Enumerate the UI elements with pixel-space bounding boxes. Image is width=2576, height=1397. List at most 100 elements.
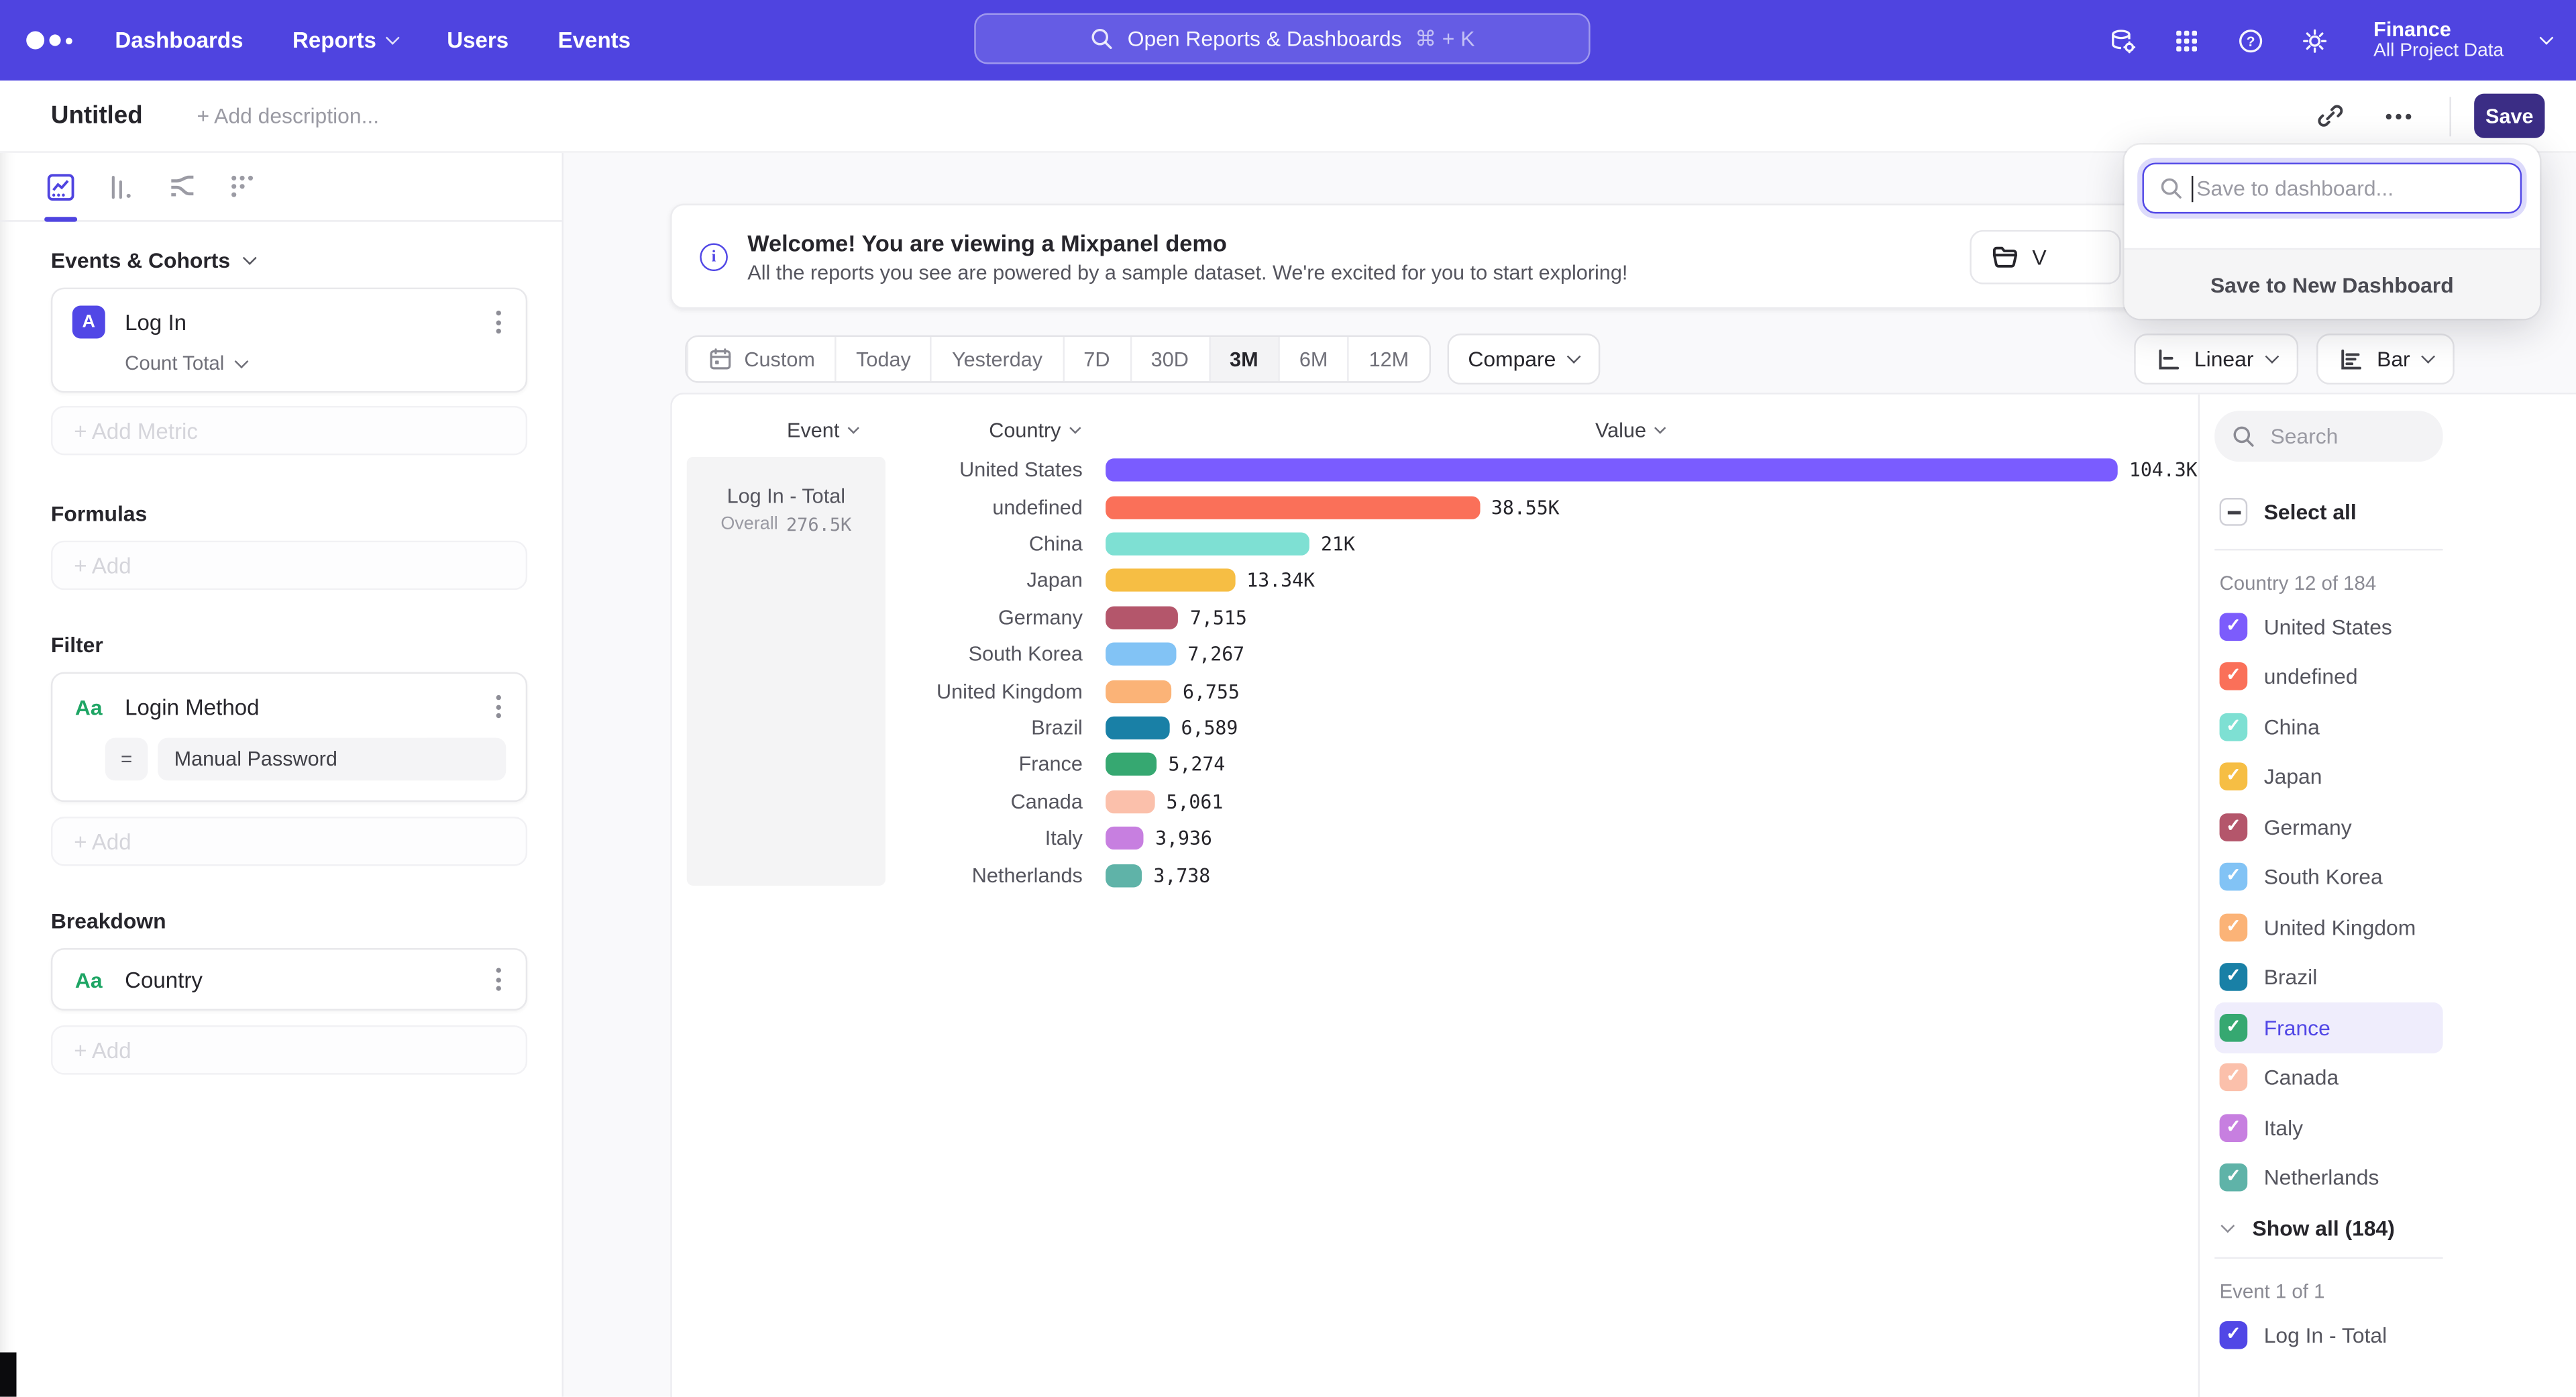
legend-country-row[interactable]: ✓ South Korea <box>2214 852 2443 902</box>
save-dashboard-search[interactable] <box>2142 162 2522 213</box>
column-header-country[interactable]: Country <box>989 419 1079 442</box>
bar[interactable] <box>1106 459 2118 482</box>
scale-selector-button[interactable]: Linear <box>2133 333 2298 384</box>
filter-value[interactable]: Manual Password <box>158 738 506 781</box>
legend-country-row[interactable]: ✓ Brazil <box>2214 952 2443 1002</box>
select-all-row[interactable]: Select all <box>2214 498 2443 526</box>
bar[interactable] <box>1106 790 1155 813</box>
report-title[interactable]: Untitled <box>51 102 143 130</box>
date-range-option[interactable]: Custom <box>687 337 835 381</box>
more-actions-button[interactable] <box>2374 91 2423 140</box>
global-search-button[interactable]: Open Reports & Dashboards ⌘ + K <box>974 13 1590 64</box>
date-range-option[interactable]: 30D <box>1130 337 1208 381</box>
metric-card[interactable]: A Log In Count Total <box>51 288 527 393</box>
legend-search-input[interactable] <box>2267 422 2432 450</box>
country-checkbox[interactable]: ✓ <box>2220 763 2248 791</box>
bar[interactable] <box>1106 754 1157 776</box>
country-checkbox[interactable]: ✓ <box>2220 913 2248 941</box>
legend-country-row[interactable]: ✓ Netherlands <box>2214 1153 2443 1203</box>
mixpanel-logo-icon[interactable] <box>26 32 72 50</box>
legend-search[interactable] <box>2214 411 2443 462</box>
date-range-option[interactable]: 7D <box>1062 337 1129 381</box>
legend-country-row[interactable]: ✓ undefined <box>2214 652 2443 702</box>
date-range-option[interactable]: Today <box>835 337 930 381</box>
tab-retention[interactable] <box>227 152 260 221</box>
legend-country-row[interactable]: ✓ United States <box>2214 601 2443 652</box>
country-checkbox[interactable]: ✓ <box>2220 863 2248 891</box>
nav-item[interactable]: Events <box>558 28 631 53</box>
bar[interactable] <box>1106 643 1176 666</box>
metric-event-name[interactable]: Log In <box>125 310 186 335</box>
date-range-option[interactable]: 12M <box>1348 337 1429 381</box>
bar[interactable] <box>1106 827 1144 849</box>
column-header-event[interactable]: Event <box>787 419 857 442</box>
add-breakdown-button[interactable]: + Add <box>51 1025 527 1074</box>
select-all-checkbox[interactable] <box>2220 498 2248 526</box>
save-dashboard-input[interactable] <box>2193 174 2489 203</box>
legend-country-row[interactable]: ✓ Japan <box>2214 752 2443 802</box>
bar[interactable] <box>1106 680 1171 703</box>
tab-insights[interactable] <box>44 152 77 221</box>
chart-type-button[interactable]: Bar <box>2316 333 2454 384</box>
country-checkbox[interactable]: ✓ <box>2220 1013 2248 1041</box>
column-header-value[interactable]: Value <box>1595 419 1664 442</box>
show-all-toggle[interactable]: Show all (184) <box>2214 1216 2443 1241</box>
bar[interactable] <box>1106 717 1169 739</box>
project-switcher[interactable]: Finance All Project Data <box>2373 17 2504 63</box>
filter-property-name[interactable]: Login Method <box>125 694 259 719</box>
settings-gear-icon[interactable] <box>2300 25 2329 55</box>
add-filter-button[interactable]: + Add <box>51 817 527 866</box>
metric-kebab-menu[interactable] <box>491 306 506 339</box>
add-description-button[interactable]: + Add description... <box>197 103 379 128</box>
country-checkbox[interactable]: ✓ <box>2220 1163 2248 1192</box>
copy-link-button[interactable] <box>2305 91 2354 140</box>
compare-button[interactable]: Compare <box>1447 333 1601 384</box>
events-cohorts-header[interactable]: Events & Cohorts <box>51 248 527 273</box>
country-checkbox[interactable]: ✓ <box>2220 964 2248 992</box>
add-metric-button[interactable]: + Add Metric <box>51 406 527 455</box>
apps-grid-icon[interactable] <box>2171 25 2201 55</box>
save-to-new-dashboard-button[interactable]: Save to New Dashboard <box>2125 250 2540 319</box>
country-checkbox[interactable]: ✓ <box>2220 1114 2248 1142</box>
breakdown-card[interactable]: Aa Country <box>51 948 527 1011</box>
bar[interactable] <box>1106 496 1480 519</box>
legend-country-row[interactable]: ✓ Germany <box>2214 802 2443 852</box>
tab-flows[interactable] <box>166 152 199 221</box>
country-checkbox[interactable]: ✓ <box>2220 663 2248 691</box>
country-checkbox[interactable]: ✓ <box>2220 813 2248 841</box>
legend-country-row[interactable]: ✓ Italy <box>2214 1102 2443 1153</box>
country-checkbox[interactable]: ✓ <box>2220 713 2248 741</box>
date-range-option[interactable]: 3M <box>1208 337 1278 381</box>
banner-side-button[interactable]: V <box>1970 230 2121 284</box>
date-range-option[interactable]: Yesterday <box>930 337 1062 381</box>
filter-card[interactable]: Aa Login Method = Manual Password <box>51 672 527 802</box>
breakdown-kebab-menu[interactable] <box>491 963 506 996</box>
project-chevron-icon[interactable] <box>2540 31 2554 45</box>
filter-operator[interactable]: = <box>105 738 148 781</box>
legend-event-row[interactable]: ✓ Log In - Total <box>2214 1310 2443 1360</box>
bar[interactable] <box>1106 864 1142 886</box>
legend-country-row[interactable]: ✓ United Kingdom <box>2214 902 2443 952</box>
legend-country-row[interactable]: ✓ France <box>2214 1002 2443 1053</box>
country-checkbox[interactable]: ✓ <box>2220 1064 2248 1092</box>
help-icon[interactable]: ? <box>2235 25 2265 55</box>
country-checkbox[interactable]: ✓ <box>2220 613 2248 641</box>
nav-item[interactable]: Dashboards <box>115 28 243 53</box>
save-button[interactable]: Save <box>2474 94 2544 138</box>
aggregation-selector[interactable]: Count Total <box>125 352 506 374</box>
date-range-option[interactable]: 6M <box>1278 337 1348 381</box>
data-management-icon[interactable] <box>2107 25 2137 55</box>
tab-funnels[interactable] <box>105 152 138 221</box>
nav-item[interactable]: Users <box>447 28 508 53</box>
filter-kebab-menu[interactable] <box>491 690 506 723</box>
bar[interactable] <box>1106 533 1309 556</box>
legend-country-row[interactable]: ✓ Canada <box>2214 1053 2443 1103</box>
bar[interactable] <box>1106 569 1235 592</box>
event-checkbox[interactable]: ✓ <box>2220 1321 2248 1349</box>
legend-country-row[interactable]: ✓ China <box>2214 702 2443 752</box>
bar-chart-icon <box>2337 346 2363 372</box>
bar[interactable] <box>1106 606 1179 629</box>
nav-item[interactable]: Reports <box>292 28 398 53</box>
breakdown-property-name[interactable]: Country <box>125 967 203 992</box>
add-formula-button[interactable]: + Add <box>51 541 527 590</box>
